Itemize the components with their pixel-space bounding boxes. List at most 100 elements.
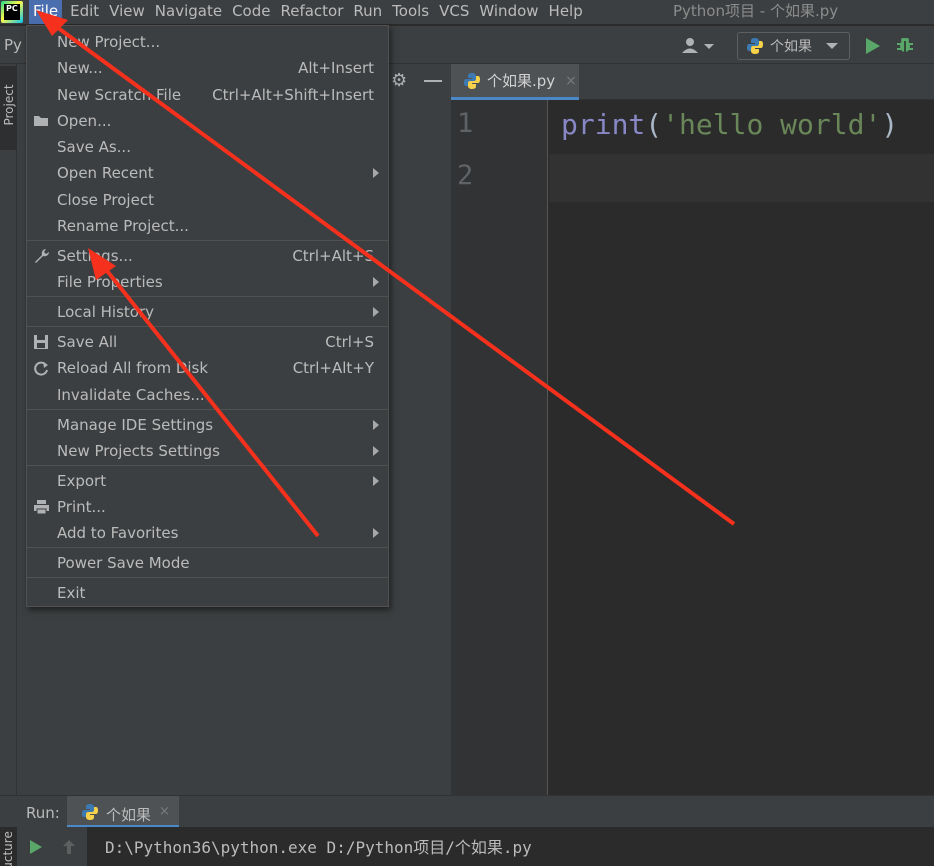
editor-tab[interactable]: 个如果.py ×	[451, 64, 579, 100]
menu-tools[interactable]: Tools	[388, 0, 433, 24]
code-editor[interactable]	[549, 100, 934, 795]
menu-separator	[27, 465, 388, 466]
run-console-toolbar	[17, 827, 87, 866]
line-number: 1	[457, 108, 474, 139]
menu-item-new-projects-settings[interactable]: New Projects Settings	[27, 438, 388, 464]
submenu-arrow-icon	[373, 420, 379, 430]
menu-item-label: Exit	[57, 584, 86, 602]
code-line[interactable]: print('hello world')	[561, 108, 898, 141]
menu-item-label: Open Recent	[57, 164, 154, 182]
editor-tab-bar: 个如果.py ×	[451, 64, 934, 100]
menu-separator	[27, 296, 388, 297]
menu-window[interactable]: Window	[475, 0, 542, 24]
project-breadcrumb[interactable]: Py	[4, 36, 22, 54]
menu-item-label: Close Project	[57, 191, 154, 209]
run-configuration-select[interactable]: 个如果	[737, 32, 850, 60]
hide-panel-icon[interactable]	[424, 80, 442, 82]
menu-navigate[interactable]: Navigate	[151, 0, 226, 24]
run-panel-header: Run: 个如果 ×	[0, 795, 934, 828]
menu-item-label: Save All	[57, 333, 118, 351]
menu-item-label: Print...	[57, 498, 106, 516]
run-tab-label: 个如果	[106, 806, 152, 824]
menu-item-open-recent[interactable]: Open Recent	[27, 160, 388, 186]
code-function-name: print	[561, 108, 646, 141]
menu-item-new-scratch-file[interactable]: New Scratch File Ctrl+Alt+Shift+Insert	[27, 82, 388, 108]
window-title: Python项目 - 个如果.py	[673, 2, 839, 20]
menu-item-label: Local History	[57, 303, 155, 321]
line-number: 2	[457, 160, 474, 191]
menu-item-settings[interactable]: Settings... Ctrl+Alt+S	[27, 243, 388, 269]
menu-edit[interactable]: Edit	[66, 0, 103, 24]
run-configuration-label: 个如果	[770, 39, 812, 55]
current-line-highlight	[549, 154, 934, 202]
menu-item-label: Rename Project...	[57, 217, 189, 235]
logo-text: PC	[4, 4, 20, 20]
menu-item-close-project[interactable]: Close Project	[27, 187, 388, 213]
run-tab[interactable]: 个如果 ×	[67, 796, 179, 828]
menu-code[interactable]: Code	[228, 0, 274, 24]
project-tab-label: Project	[2, 84, 16, 126]
save-icon	[34, 335, 48, 349]
menu-bar: PC File Edit View Navigate Code Refactor…	[0, 0, 934, 24]
submenu-arrow-icon	[373, 476, 379, 486]
menu-item-invalidate-caches[interactable]: Invalidate Caches...	[27, 382, 388, 408]
editor-tab-label: 个如果.py	[487, 72, 556, 90]
menu-item-exit[interactable]: Exit	[27, 580, 388, 606]
menu-item-file-properties[interactable]: File Properties	[27, 269, 388, 295]
debug-bug-icon[interactable]	[896, 36, 914, 54]
menu-item-new[interactable]: New... Alt+Insert	[27, 55, 388, 81]
menu-item-label: File Properties	[57, 273, 163, 291]
menu-item-label: Open...	[57, 112, 112, 130]
close-icon[interactable]: ×	[159, 804, 170, 819]
menu-separator	[27, 240, 388, 241]
menu-item-export[interactable]: Export	[27, 468, 388, 494]
menu-refactor[interactable]: Refactor	[276, 0, 347, 24]
menu-item-new-project[interactable]: New Project...	[27, 29, 388, 55]
python-icon	[82, 804, 98, 820]
close-icon[interactable]: ×	[565, 73, 577, 89]
run-panel-label: Run:	[26, 804, 60, 822]
menu-item-label: Manage IDE Settings	[57, 416, 214, 434]
menu-item-manage-ide-settings[interactable]: Manage IDE Settings	[27, 412, 388, 438]
run-icon[interactable]	[866, 38, 880, 54]
menu-item-power-save-mode[interactable]: Power Save Mode	[27, 550, 388, 576]
menu-item-shortcut: Ctrl+Alt+Y	[292, 359, 374, 377]
submenu-arrow-icon	[373, 307, 379, 317]
refresh-icon	[34, 361, 48, 376]
submenu-arrow-icon	[373, 528, 379, 538]
menu-item-label: New...	[57, 59, 103, 77]
menu-item-label: New Project...	[57, 33, 161, 51]
menu-help[interactable]: Help	[545, 0, 587, 24]
code-close-paren: )	[881, 108, 899, 141]
menu-run[interactable]: Run	[349, 0, 386, 24]
menu-item-add-to-favorites[interactable]: Add to Favorites	[27, 520, 388, 546]
menu-item-label: Export	[57, 472, 107, 490]
rerun-icon[interactable]	[30, 840, 42, 854]
menu-item-reload-all[interactable]: Reload All from Disk Ctrl+Alt+Y	[27, 355, 388, 381]
menu-vcs[interactable]: VCS	[435, 0, 473, 24]
menu-item-shortcut: Ctrl+S	[325, 333, 374, 351]
pycharm-logo-icon: PC	[1, 1, 23, 23]
menu-item-save-all[interactable]: Save All Ctrl+S	[27, 329, 388, 355]
menu-separator	[27, 409, 388, 410]
file-menu-dropdown: New Project... New... Alt+Insert New Scr…	[26, 25, 389, 607]
user-icon[interactable]	[680, 36, 716, 56]
menu-item-shortcut: Ctrl+Alt+S	[292, 247, 374, 265]
menu-item-print[interactable]: Print...	[27, 494, 388, 520]
menu-item-rename-project[interactable]: Rename Project...	[27, 213, 388, 239]
menu-item-shortcut: Ctrl+Alt+Shift+Insert	[212, 86, 374, 104]
chevron-down-icon	[826, 43, 838, 49]
python-icon	[747, 38, 763, 54]
console-output-line: D:\Python36\python.exe D:/Python项目/个如果.p…	[105, 838, 532, 857]
submenu-arrow-icon	[373, 446, 379, 456]
menu-item-open[interactable]: Open...	[27, 108, 388, 134]
gear-icon[interactable]: ⚙	[391, 72, 409, 90]
menu-view[interactable]: View	[105, 0, 149, 24]
menu-item-local-history[interactable]: Local History	[27, 299, 388, 325]
menu-item-save-as[interactable]: Save As...	[27, 134, 388, 160]
code-open-paren: (	[645, 108, 663, 141]
arrow-up-icon[interactable]	[63, 840, 75, 854]
menu-separator	[27, 577, 388, 578]
project-tool-tab[interactable]: Project	[0, 66, 17, 150]
menu-file[interactable]: File	[29, 0, 63, 24]
